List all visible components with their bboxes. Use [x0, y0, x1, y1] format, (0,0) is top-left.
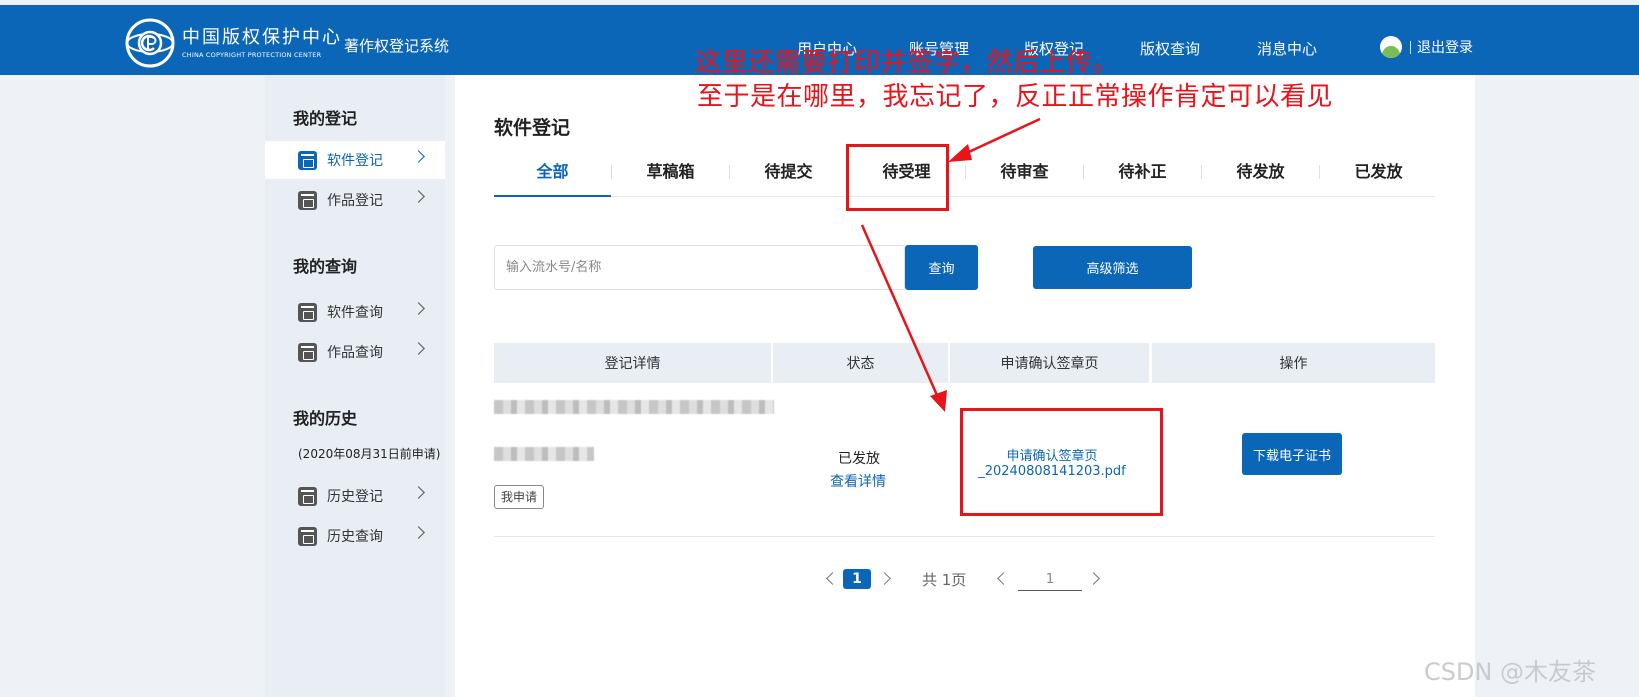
- sidebar-item-label: 历史查询: [327, 529, 383, 545]
- sidebar-item-label: 作品查询: [327, 345, 383, 361]
- search-button[interactable]: 查询: [905, 245, 978, 290]
- prev-page-icon[interactable]: [997, 572, 1010, 585]
- tab-to-issue[interactable]: 待发放: [1202, 147, 1319, 197]
- system-title: 著作权登记系统: [344, 37, 450, 55]
- tab-issued[interactable]: 已发放: [1320, 147, 1437, 197]
- column-header-actions: 操作: [1152, 343, 1435, 383]
- my-application-tag: 我申请: [494, 485, 545, 509]
- next-page-icon[interactable]: [1087, 572, 1100, 585]
- code-doc-icon: [298, 526, 317, 546]
- chevron-right-icon: [412, 302, 425, 315]
- sidebar-item-label: 软件查询: [327, 305, 383, 321]
- logo-en-text: CHINA COPYRIGHT PROTECTION CENTER: [182, 51, 322, 59]
- tab-to-correct[interactable]: 待补正: [1084, 147, 1201, 197]
- status-tabs: 全部 草稿箱 待提交 待受理 待审查 待补正 待发放 已发放: [494, 147, 1435, 197]
- sidebar-item-software-register[interactable]: 软件登记: [265, 141, 445, 179]
- work-doc-icon: [298, 342, 317, 362]
- status-text: 已发放: [838, 451, 880, 467]
- nav-message-center[interactable]: 消息中心: [1257, 38, 1317, 59]
- work-doc-icon: [298, 190, 317, 210]
- logout-area: 退出登录: [1380, 36, 1473, 58]
- prev-page-icon[interactable]: [826, 572, 839, 585]
- total-pages: 共 1页: [922, 571, 967, 589]
- tab-all[interactable]: 全部: [494, 147, 611, 197]
- tab-to-submit[interactable]: 待提交: [730, 147, 847, 197]
- tab-to-review[interactable]: 待审查: [966, 147, 1083, 197]
- sidebar-item-history-register[interactable]: 历史登记: [265, 477, 445, 515]
- logo-cn-text: 中国版权保护中心: [182, 27, 342, 48]
- view-details-link[interactable]: 查看详情: [830, 471, 886, 491]
- annotation-box-pdf: [960, 408, 1163, 516]
- chevron-right-icon: [412, 526, 425, 539]
- redacted-title: [494, 400, 774, 414]
- code-doc-icon: [298, 486, 317, 506]
- logo-emblem-icon: [125, 18, 175, 68]
- row-divider: [494, 536, 1435, 537]
- chevron-right-icon: [412, 486, 425, 499]
- sidebar-section-query: 我的查询: [293, 257, 358, 276]
- column-header-sign-page: 申请确认签章页: [950, 343, 1149, 383]
- site-logo[interactable]: 中国版权保护中心 CHINA COPYRIGHT PROTECTION CENT…: [124, 17, 342, 69]
- current-page[interactable]: 1: [843, 569, 871, 589]
- sidebar-item-label: 历史登记: [327, 489, 383, 505]
- sidebar-section-register: 我的登记: [293, 109, 358, 128]
- watermark: CSDN @木友茶: [1424, 658, 1597, 686]
- annotation-line2: 至于是在哪里，我忘记了，反正正常操作肯定可以看见: [697, 82, 1334, 112]
- page-title: 软件登记: [494, 117, 571, 139]
- annotation-box-tab: [846, 144, 949, 211]
- goto-page-input[interactable]: [1018, 569, 1082, 591]
- avatar[interactable]: [1380, 36, 1402, 58]
- sidebar-item-work-query[interactable]: 作品查询: [265, 333, 445, 371]
- advanced-filter-button[interactable]: 高级筛选: [1033, 246, 1192, 289]
- sidebar-item-work-register[interactable]: 作品登记: [265, 181, 445, 219]
- logout-link[interactable]: 退出登录: [1417, 37, 1473, 57]
- next-page-icon[interactable]: [878, 572, 891, 585]
- chevron-right-icon: [412, 190, 425, 203]
- code-doc-icon: [298, 302, 317, 322]
- code-doc-icon: [298, 150, 317, 170]
- redacted-id: [494, 447, 594, 461]
- main-panel: 软件登记 全部 草稿箱 待提交 待受理 待审查 待补正 待发放 已发放 查询 高…: [455, 75, 1475, 697]
- divider: [1410, 40, 1411, 54]
- sidebar-item-history-query[interactable]: 历史查询: [265, 517, 445, 555]
- sidebar-item-software-query[interactable]: 软件查询: [265, 293, 445, 331]
- nav-copyright-query[interactable]: 版权查询: [1140, 38, 1200, 59]
- annotation-line1: 这里还需要打印并签字，然后上传。: [695, 48, 1120, 78]
- chevron-right-icon: [412, 342, 425, 355]
- sidebar: 我的登记 软件登记 作品登记 我的查询 软件查询 作品查询 我的历史 (2020…: [265, 75, 445, 697]
- search-input[interactable]: [494, 245, 905, 290]
- download-certificate-button[interactable]: 下载电子证书: [1242, 433, 1342, 475]
- tab-drafts[interactable]: 草稿箱: [612, 147, 729, 197]
- column-header-status: 状态: [773, 343, 948, 383]
- column-header-details: 登记详情: [494, 343, 771, 383]
- history-note: (2020年08月31日前申请): [298, 447, 441, 461]
- chevron-right-icon: [412, 150, 425, 163]
- sidebar-section-history: 我的历史: [293, 409, 358, 428]
- sidebar-item-label: 软件登记: [327, 153, 383, 169]
- sidebar-item-label: 作品登记: [327, 193, 383, 209]
